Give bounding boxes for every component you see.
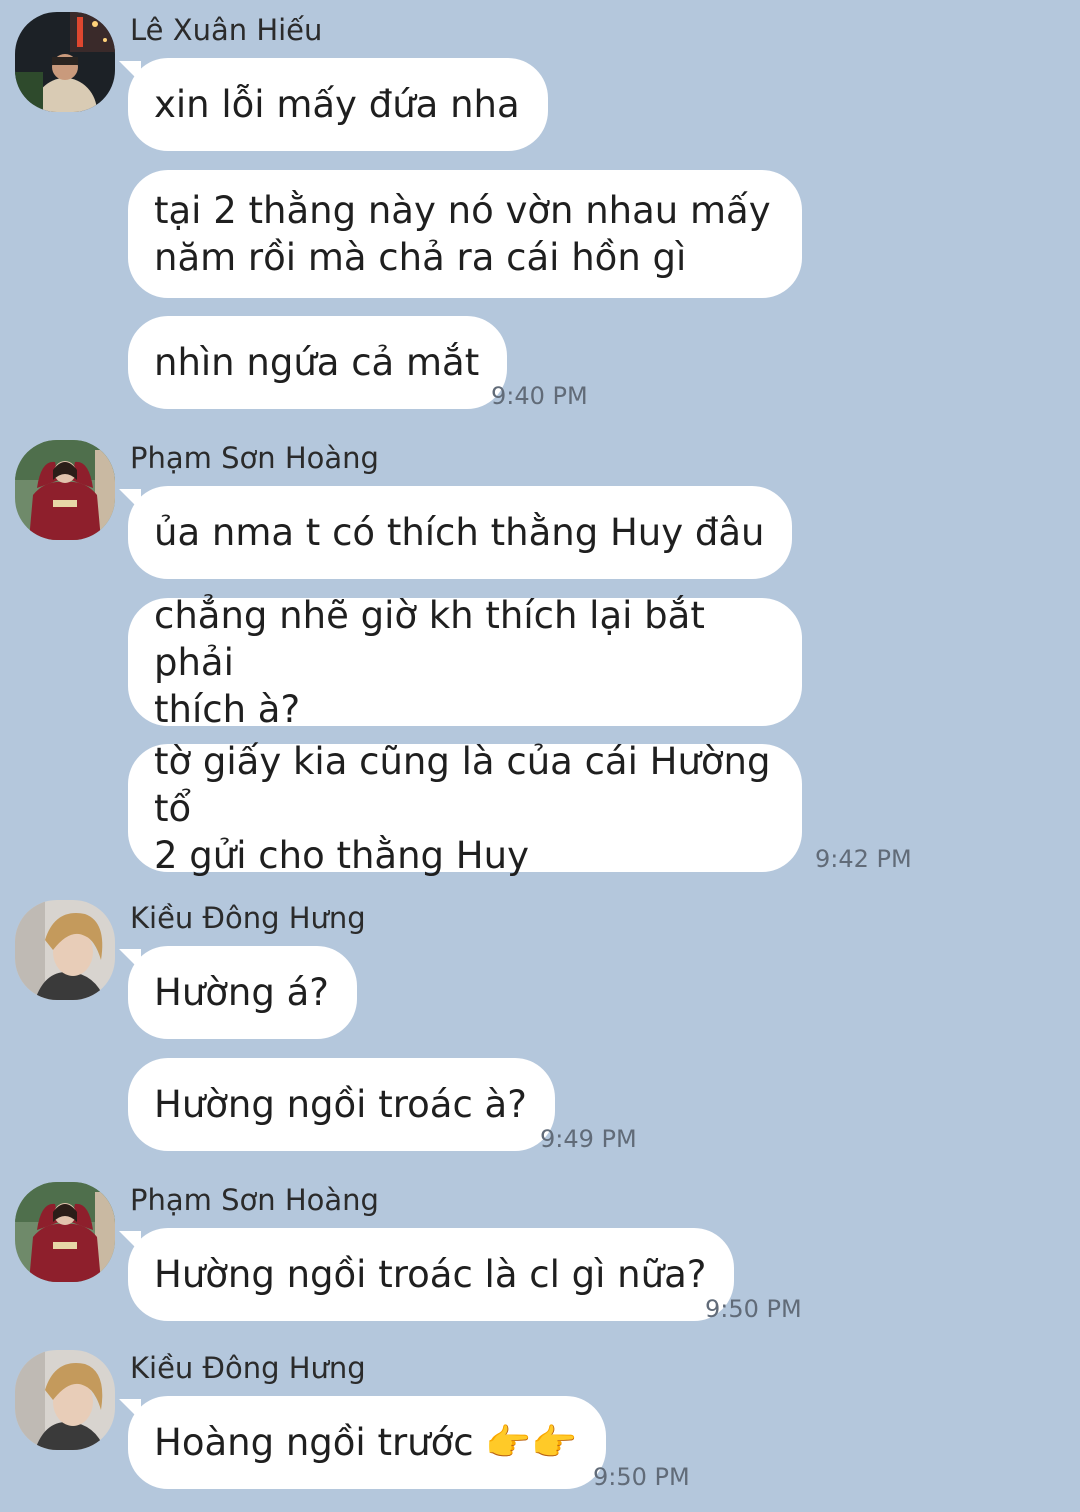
message-bubble[interactable]: Hường á? — [128, 946, 357, 1039]
avatar-photo-night-city — [15, 12, 115, 112]
sender-name: Kiều Đông Hưng — [130, 901, 366, 935]
timestamp: 9:49 PM — [540, 1125, 637, 1153]
message-bubble[interactable]: chẳng nhẽ giờ kh thích lại bắt phải thíc… — [128, 594, 802, 731]
message-bubble[interactable]: ủa nma t có thích thằng Huy đâu — [128, 486, 793, 579]
timestamp: 9:50 PM — [705, 1295, 802, 1323]
message-bubble[interactable]: tờ giấy kia cũng là của cái Hường tổ 2 g… — [128, 740, 802, 877]
avatar[interactable] — [15, 1182, 115, 1282]
sender-name: Phạm Sơn Hoàng — [130, 1183, 379, 1217]
avatar-photo-blond-hair — [15, 1350, 115, 1450]
sender-name: Lê Xuân Hiếu — [130, 13, 323, 47]
message-bubble[interactable]: tại 2 thằng này nó vờn nhau mấy năm rồi … — [128, 170, 802, 298]
message-bubble[interactable]: Hường ngồi troác là cl gì nữa? — [128, 1228, 735, 1321]
chat-area[interactable]: Lê Xuân Hiếu xin lỗi mấy đứa nha tại 2 t… — [0, 0, 1080, 1512]
avatar-photo-red-sweater — [15, 1182, 115, 1282]
avatar-photo-red-sweater — [15, 440, 115, 540]
message-bubble[interactable]: Hoàng ngồi trước 👉👉 — [128, 1396, 606, 1489]
avatar[interactable] — [15, 440, 115, 540]
sender-name: Phạm Sơn Hoàng — [130, 441, 379, 475]
message-bubble[interactable]: nhìn ngứa cả mắt — [128, 316, 508, 409]
timestamp: 9:40 PM — [491, 382, 588, 410]
avatar-photo-blond-hair — [15, 900, 115, 1000]
avatar[interactable] — [15, 1350, 115, 1450]
avatar[interactable] — [15, 12, 115, 112]
avatar[interactable] — [15, 900, 115, 1000]
timestamp: 9:42 PM — [815, 845, 912, 873]
sender-name: Kiều Đông Hưng — [130, 1351, 366, 1385]
message-bubble[interactable]: Hường ngồi troác à? — [128, 1058, 555, 1151]
message-bubble[interactable]: xin lỗi mấy đứa nha — [128, 58, 548, 151]
timestamp: 9:50 PM — [593, 1463, 690, 1491]
